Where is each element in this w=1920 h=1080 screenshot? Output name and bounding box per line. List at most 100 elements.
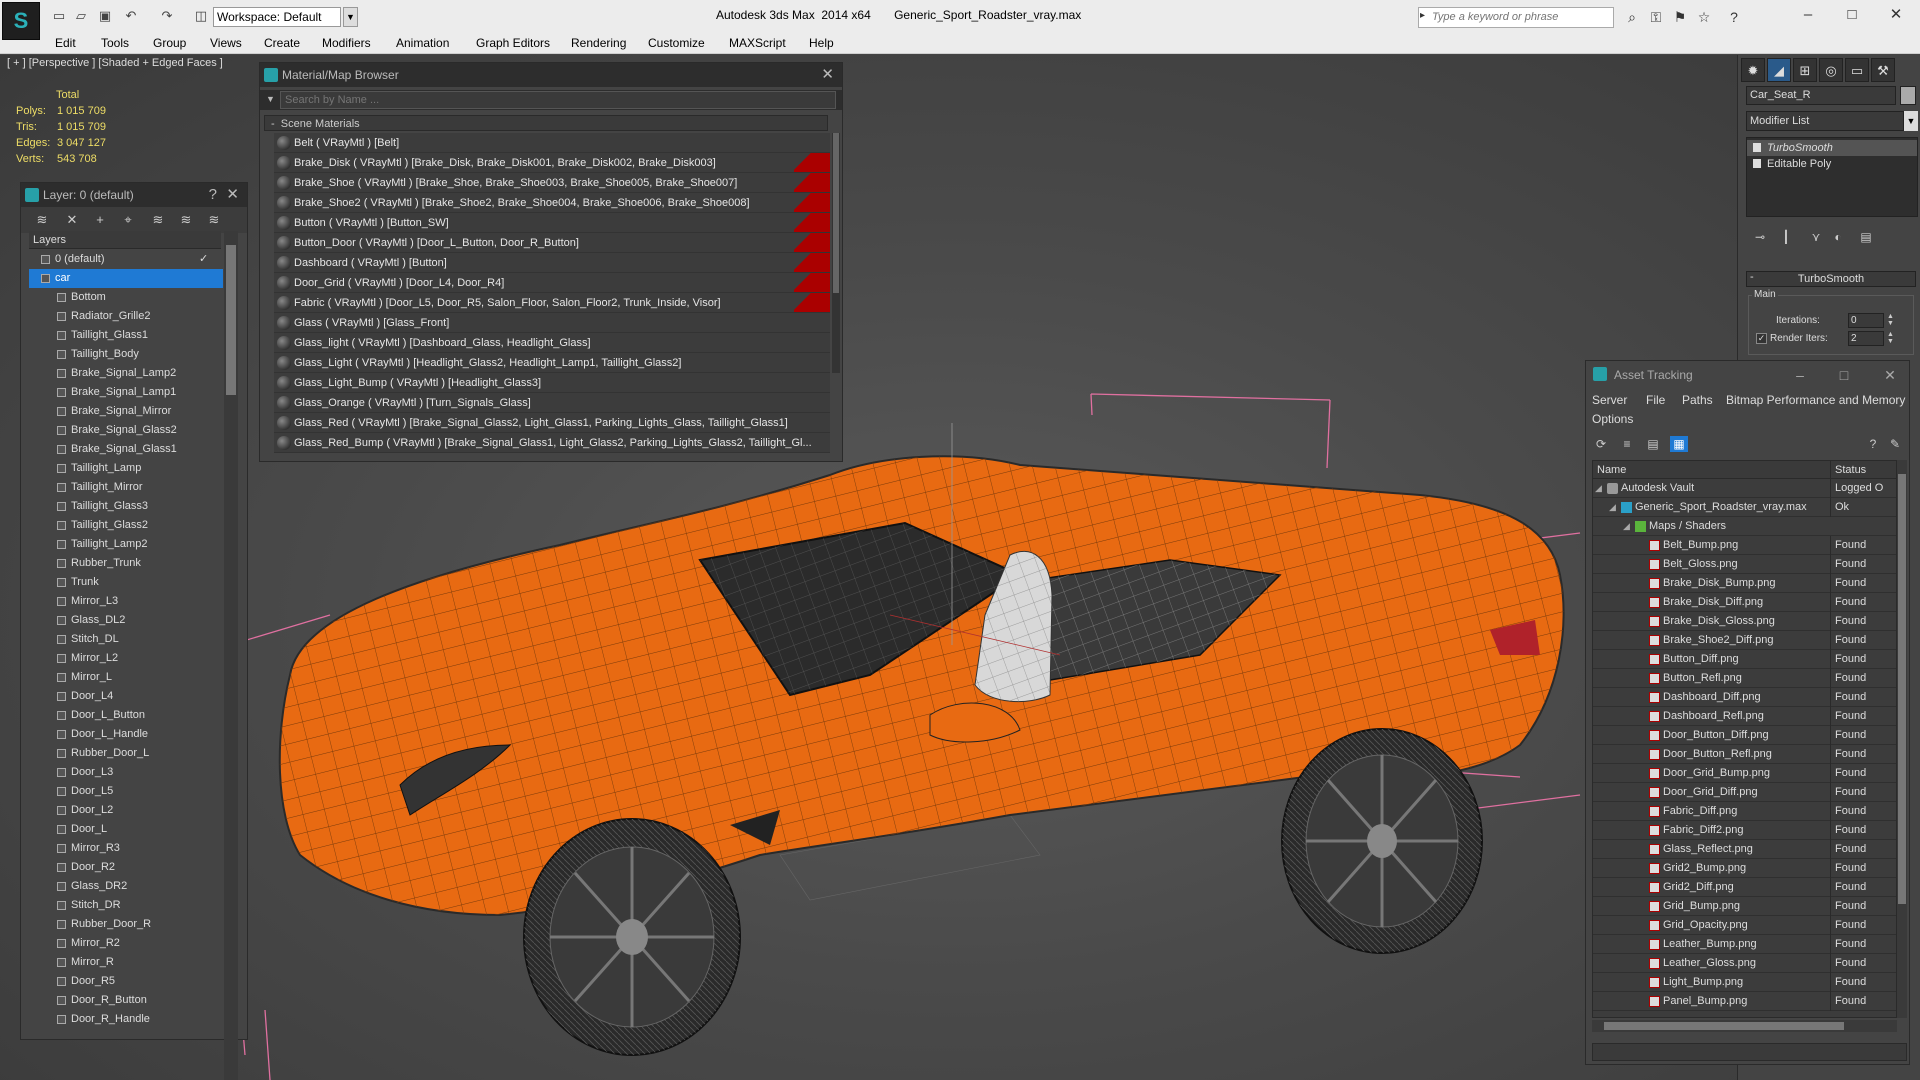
project-folder-icon[interactable]: ◫ (192, 7, 210, 25)
layer-item[interactable]: Bottom (29, 288, 223, 307)
workspace-select[interactable]: Workspace: Default (213, 7, 341, 27)
layer-item[interactable]: car (29, 269, 223, 288)
motion-tab-icon[interactable]: ◎ (1819, 58, 1843, 82)
layer-item[interactable]: Taillight_Glass2 (29, 516, 223, 535)
expand-icon[interactable] (1753, 159, 1761, 168)
create-layer-icon[interactable]: ≋ (33, 212, 51, 228)
material-row[interactable]: Glass_Red ( VRayMtl ) [Brake_Signal_Glas… (274, 413, 830, 433)
asset-row[interactable]: Grid2_Bump.png Found (1593, 859, 1896, 878)
layer-item[interactable]: Door_L4 (29, 687, 223, 706)
layer-item[interactable]: Mirror_R2 (29, 934, 223, 953)
configure-sets-icon[interactable]: ▤ (1858, 229, 1874, 245)
communication-center-icon[interactable]: ⚑ (1670, 8, 1690, 26)
pin-stack-icon[interactable]: ⊸ (1752, 229, 1768, 245)
material-row[interactable]: Glass_light ( VRayMtl ) [Dashboard_Glass… (274, 333, 830, 353)
refresh-icon[interactable]: ⟳ (1592, 436, 1610, 452)
display-tab-icon[interactable]: ▭ (1845, 58, 1869, 82)
asset-row[interactable]: Door_Grid_Bump.png Found (1593, 764, 1896, 783)
save-icon[interactable]: ▣ (96, 7, 114, 25)
highlight-icon[interactable]: ≋ (149, 212, 167, 228)
delete-icon[interactable]: ✕ (63, 212, 81, 228)
expand-icon[interactable]: ◢ (1609, 498, 1616, 517)
menu-modifiers[interactable]: Modifiers (322, 36, 371, 50)
layer-item[interactable]: Brake_Signal_Glass2 (29, 421, 223, 440)
material-row[interactable]: Glass_Light ( VRayMtl ) [Headlight_Glass… (274, 353, 830, 373)
scrollbar-thumb[interactable] (226, 245, 236, 395)
layers-column-header[interactable]: Layers (29, 231, 221, 249)
asset-row[interactable]: ◢ Generic_Sport_Roadster_vray.max Ok (1593, 498, 1896, 517)
layer-item[interactable]: Door_R_Button (29, 991, 223, 1010)
asset-row[interactable]: ◢ Maps / Shaders (1593, 517, 1896, 536)
remove-modifier-icon[interactable]: ◐ (1830, 229, 1846, 245)
layer-item[interactable]: Mirror_L (29, 668, 223, 687)
layer-item[interactable]: Brake_Signal_Mirror (29, 402, 223, 421)
asset-row[interactable]: Brake_Disk_Diff.png Found (1593, 593, 1896, 612)
layer-item[interactable]: Stitch_DL (29, 630, 223, 649)
layer-item[interactable]: Taillight_Glass1 (29, 326, 223, 345)
layer-explorer-header[interactable]: Layer: 0 (default) ? ✕ (21, 183, 247, 207)
material-row[interactable]: Fabric ( VRayMtl ) [Door_L5, Door_R5, Sa… (274, 293, 830, 313)
layer-item[interactable]: Door_R_Handle (29, 1010, 223, 1029)
asset-row[interactable]: Glass_Reflect.png Found (1593, 840, 1896, 859)
asset-row[interactable]: Door_Button_Refl.png Found (1593, 745, 1896, 764)
close-icon[interactable]: ✕ (821, 63, 834, 87)
layer-item[interactable]: Brake_Signal_Lamp2 (29, 364, 223, 383)
menu-animation[interactable]: Animation (396, 36, 449, 50)
render-iters-checkbox[interactable]: ✓ (1756, 333, 1767, 344)
material-row[interactable]: Door_Grid ( VRayMtl ) [Door_L4, Door_R4] (274, 273, 830, 293)
material-row[interactable]: Dashboard ( VRayMtl ) [Button] (274, 253, 830, 273)
menu-tools[interactable]: Tools (101, 36, 129, 50)
freeze-icon[interactable]: ≋ (205, 212, 223, 228)
layer-item[interactable]: Glass_DR2 (29, 877, 223, 896)
material-row[interactable]: Glass ( VRayMtl ) [Glass_Front] (274, 313, 830, 333)
layer-item[interactable]: Mirror_L3 (29, 592, 223, 611)
asset-row[interactable]: Dashboard_Diff.png Found (1593, 688, 1896, 707)
list-view-icon[interactable]: ≡ (1618, 436, 1636, 452)
help-icon[interactable]: ? (1864, 436, 1882, 452)
asset-tracking-titlebar[interactable]: Asset Tracking – □ ✕ (1586, 361, 1909, 389)
asset-row[interactable]: Dashboard_Refl.png Found (1593, 707, 1896, 726)
viewport-label[interactable]: [ + ] [Perspective ] [Shaded + Edged Fac… (7, 57, 223, 69)
make-unique-icon[interactable]: ⋎ (1808, 229, 1824, 245)
binoculars-icon[interactable]: ⌕ (1622, 8, 1642, 26)
settings-icon[interactable]: ✎ (1886, 436, 1904, 452)
iterations-spinner[interactable]: ▲ ▼ (1886, 313, 1895, 328)
menu-views[interactable]: Views (210, 36, 242, 50)
asset-row[interactable]: Belt_Gloss.png Found (1593, 555, 1896, 574)
layer-item[interactable]: Door_L3 (29, 763, 223, 782)
utilities-tab-icon[interactable]: ⚒ (1871, 58, 1895, 82)
asset-row[interactable]: Door_Button_Diff.png Found (1593, 726, 1896, 745)
favorites-star-icon[interactable]: ☆ (1694, 8, 1714, 26)
asset-vscroll[interactable] (1897, 460, 1907, 1018)
menu-file[interactable]: File (1646, 393, 1665, 407)
grid-view-icon[interactable]: ▦ (1670, 436, 1688, 452)
modify-tab-icon[interactable]: ◢ (1767, 58, 1791, 82)
menu-server[interactable]: Server (1592, 393, 1627, 407)
layer-item[interactable]: Mirror_L2 (29, 649, 223, 668)
layer-item[interactable]: 0 (default) ✓ (29, 250, 223, 269)
menu-customize[interactable]: Customize (648, 36, 705, 50)
iterations-input[interactable]: 0 (1848, 313, 1884, 328)
layer-item[interactable]: Stitch_DR (29, 896, 223, 915)
asset-row[interactable]: Brake_Shoe2_Diff.png Found (1593, 631, 1896, 650)
layer-item[interactable]: Taillight_Body (29, 345, 223, 364)
modifier-list-dropdown[interactable]: Modifier List (1746, 111, 1904, 131)
asset-row[interactable]: Brake_Disk_Bump.png Found (1593, 574, 1896, 593)
layer-list-vscroll[interactable] (224, 231, 238, 1080)
object-color-swatch[interactable] (1900, 86, 1916, 105)
menu-options[interactable]: Options (1592, 412, 1633, 426)
app-menu-button[interactable]: S (2, 2, 40, 40)
subscription-icon[interactable]: ⚿ (1646, 8, 1666, 26)
menu-edit[interactable]: Edit (55, 36, 76, 50)
material-row[interactable]: Button ( VRayMtl ) [Button_SW] (274, 213, 830, 233)
material-browser-header[interactable]: Material/Map Browser ✕ (260, 63, 842, 87)
help-icon[interactable]: ? (1724, 8, 1744, 26)
close-icon[interactable]: ✕ (1876, 361, 1904, 389)
turbosmooth-rollout-header[interactable]: TurboSmooth (1746, 271, 1916, 287)
maximize-icon[interactable]: □ (1830, 361, 1858, 389)
layer-item[interactable]: Radiator_Grille2 (29, 307, 223, 326)
render-iters-spinner[interactable]: ▲ ▼ (1886, 331, 1895, 346)
open-file-icon[interactable]: ▱ (72, 7, 90, 25)
layer-item[interactable]: Rubber_Trunk (29, 554, 223, 573)
asset-row[interactable]: Brake_Disk_Gloss.png Found (1593, 612, 1896, 631)
